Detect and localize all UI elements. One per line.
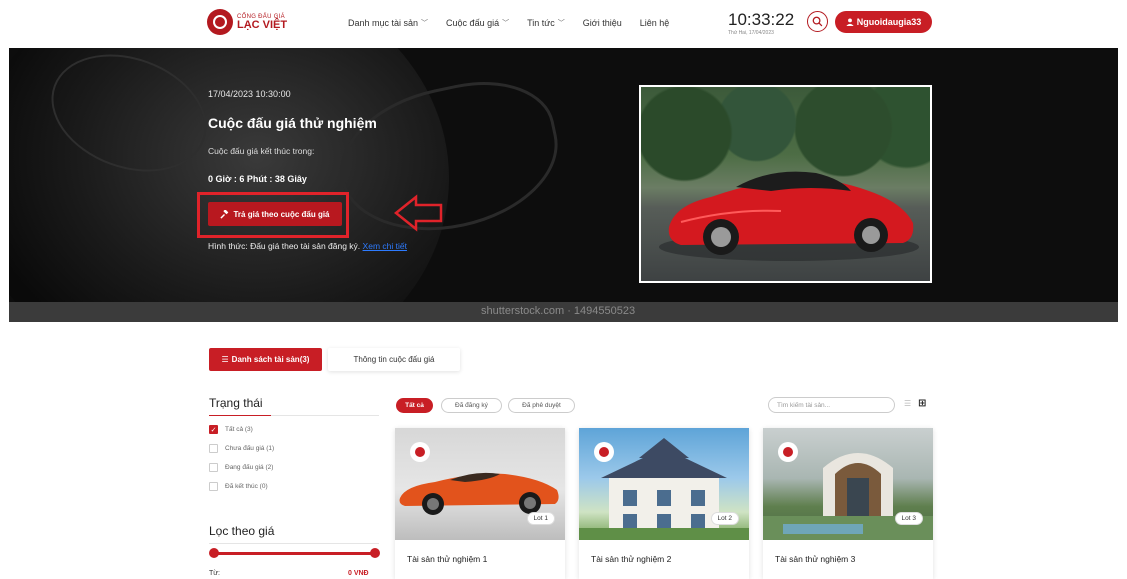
watermark-text: shutterstock.com · 1494550523 — [481, 305, 636, 317]
auction-title: Cuộc đấu giá thử nghiệm — [208, 115, 377, 131]
server-clock: 10:33:22 Thứ Hai, 17/04/2023 — [728, 11, 794, 36]
status-option-all[interactable]: ✓ Tất cả (3) — [209, 425, 253, 434]
lot-badge: Lot 1 — [526, 512, 555, 525]
asset-image: Lot 3 — [763, 428, 933, 540]
nav-news[interactable]: Tin tức ﹀ — [527, 18, 565, 28]
nav-auctions[interactable]: Cuộc đấu giá ﹀ — [446, 18, 509, 28]
divider — [209, 543, 379, 544]
asset-image: Lot 2 — [579, 428, 749, 540]
price-from-value: 0 VNĐ — [348, 570, 369, 577]
nav-contact[interactable]: Liên hệ — [640, 18, 670, 28]
asset-card[interactable]: Lot 1 Tài sản thử nghiệm 1 — [395, 428, 565, 579]
place-bid-button[interactable]: Trả giá theo cuộc đấu giá — [208, 202, 342, 226]
auction-logo-badge — [594, 442, 614, 462]
asset-card[interactable]: Lot 2 Tài sản thử nghiệm 2 — [579, 428, 749, 579]
tab-auction-info[interactable]: Thông tin cuộc đấu giá — [328, 348, 460, 371]
price-slider-max-handle[interactable] — [370, 548, 380, 558]
chevron-down-icon: ﹀ — [421, 20, 429, 27]
search-button[interactable] — [807, 11, 828, 32]
checkbox[interactable] — [209, 482, 218, 491]
checkbox-checked[interactable]: ✓ — [209, 425, 218, 434]
red-sports-car-image — [659, 171, 919, 261]
auction-form-text: Hình thức: Đấu giá theo tài sản đăng ký.… — [208, 241, 407, 251]
user-icon — [846, 18, 854, 26]
search-icon — [812, 16, 823, 27]
nav-about[interactable]: Giới thiệu — [583, 18, 622, 28]
main-nav: Danh mục tài sản ﹀ Cuộc đấu giá ﹀ Tin tức ﹀… — [348, 18, 687, 28]
filter-pill-registered[interactable]: Đã đăng ký — [441, 398, 502, 413]
nav-asset-categories[interactable]: Danh mục tài sản ﹀ — [348, 18, 428, 28]
status-option-ended[interactable]: Đã kết thúc (0) — [209, 482, 268, 491]
auction-logo-badge — [410, 442, 430, 462]
auction-hero-banner: shutterstock.com · 1494550523 17/04/2023… — [9, 48, 1118, 322]
status-option-not-started[interactable]: Chưa đấu giá (1) — [209, 444, 274, 453]
price-from-label: Từ: — [209, 570, 220, 577]
logo-bottom-text: LẠC VIỆT — [237, 18, 288, 31]
checkbox[interactable] — [209, 444, 218, 453]
chevron-down-icon: ﹀ — [557, 20, 565, 27]
auction-countdown: 0 Giờ : 6 Phút : 38 Giây — [208, 174, 307, 184]
gavel-icon — [220, 209, 229, 219]
auction-featured-image — [639, 85, 932, 283]
status-filter-title: Trạng thái — [209, 396, 263, 410]
asset-name[interactable]: Tài sản thử nghiệm 1 — [407, 554, 487, 564]
filter-pill-all[interactable]: Tất cả — [396, 398, 433, 413]
list-icon: ☰ — [221, 355, 229, 364]
price-range-slider[interactable] — [213, 552, 375, 555]
asset-name[interactable]: Tài sản thử nghiệm 2 — [591, 554, 671, 564]
tab-asset-list[interactable]: ☰ Danh sách tài sản(3) — [209, 348, 322, 371]
asset-search-input[interactable]: Tìm kiếm tài sản... — [768, 397, 895, 413]
asset-image: Lot 1 — [395, 428, 565, 540]
price-slider-min-handle[interactable] — [209, 548, 219, 558]
checkbox[interactable] — [209, 463, 218, 472]
chevron-down-icon: ﹀ — [502, 20, 510, 27]
filter-pill-approved[interactable]: Đã phê duyệt — [508, 398, 575, 413]
asset-card[interactable]: Lot 3 Tài sản thử nghiệm 3 — [763, 428, 933, 579]
username: Nguoidaugia33 — [856, 17, 922, 27]
auction-logo-badge — [778, 442, 798, 462]
clock-date: Thứ Hai, 17/04/2023 — [728, 30, 774, 36]
site-logo[interactable]: CỔNG ĐẤU GIÁ LẠC VIỆT — [207, 9, 287, 35]
asset-name[interactable]: Tài sản thử nghiệm 3 — [775, 554, 855, 564]
view-details-link[interactable]: Xem chi tiết — [363, 241, 407, 251]
left-arrow-annotation-icon — [394, 194, 443, 232]
logo-icon — [207, 9, 233, 35]
lot-badge: Lot 2 — [710, 512, 739, 525]
clock-time: 10:33:22 — [728, 10, 795, 29]
list-view-icon[interactable]: ☰ — [904, 399, 911, 408]
price-filter-title: Lọc theo giá — [209, 524, 275, 538]
auction-ends-in-label: Cuộc đấu giá kết thúc trong: — [208, 146, 315, 156]
auction-start-date: 17/04/2023 10:30:00 — [208, 89, 291, 99]
grid-view-icon[interactable]: ⊞ — [918, 398, 926, 409]
user-account-button[interactable]: Nguoidaugia33 — [835, 11, 932, 33]
site-header: CỔNG ĐẤU GIÁ LẠC VIỆT Danh mục tài sản ﹀ … — [0, 0, 1127, 46]
lot-badge: Lot 3 — [894, 512, 923, 525]
status-option-in-progress[interactable]: Đang đấu giá (2) — [209, 463, 273, 472]
